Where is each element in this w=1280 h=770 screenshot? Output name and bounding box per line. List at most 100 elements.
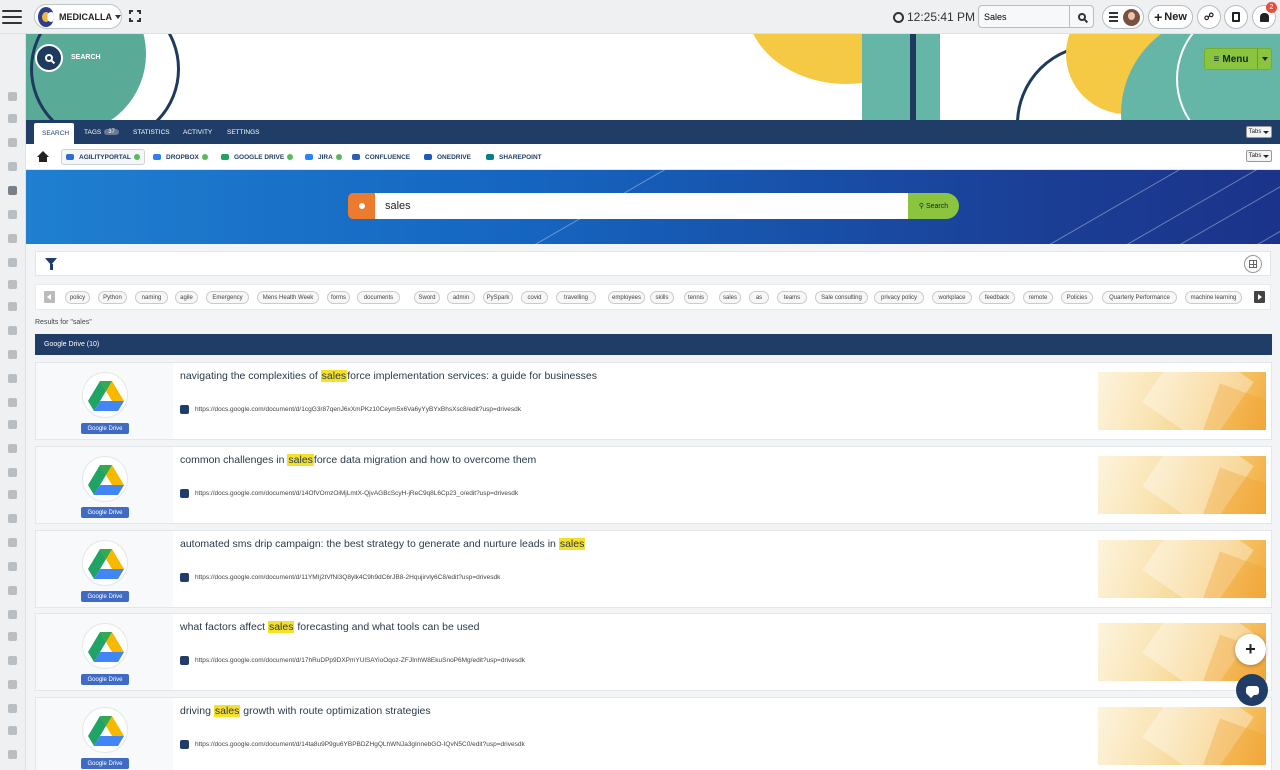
tag-chip[interactable]: Quarterly Performance [1102,291,1177,304]
tag-chip[interactable]: sales [719,291,741,304]
global-search-input[interactable] [979,6,1071,27]
tag-chip[interactable]: employees [608,291,645,304]
result-url[interactable]: https://docs.google.com/document/d/1cgG3… [180,405,521,414]
rail-checklist-icon[interactable] [8,610,17,619]
tag-chip[interactable]: Sword [414,291,440,304]
chat-button[interactable] [1236,674,1268,706]
rail-network-icon[interactable] [8,562,17,571]
rail-search-icon[interactable] [8,186,17,195]
rail-chart-icon[interactable] [8,586,17,595]
rail-chat-icon[interactable] [8,350,17,359]
new-button[interactable]: + New [1148,5,1193,29]
tag-chip[interactable]: PySpark [483,291,513,304]
tag-chip[interactable]: admin [447,291,475,304]
tag-chip[interactable]: feedback [979,291,1015,304]
tab-settings[interactable]: SETTINGS [227,120,260,144]
tag-chip[interactable]: Emergency [206,291,249,304]
main-search-input[interactable] [375,193,908,219]
tag-chip[interactable]: Policies [1061,291,1093,304]
rail-home-icon[interactable] [8,92,17,101]
search-options-button[interactable] [348,193,375,219]
tag-chip[interactable]: naming [135,291,168,304]
rail-file-icon[interactable] [8,632,17,641]
menu-dropdown-toggle[interactable] [1257,49,1271,69]
result-card[interactable]: Google Drive automated sms drip campaign:… [35,530,1272,608]
menu-button[interactable]: ≡ Menu [1204,48,1272,70]
tags-scroll-left-icon[interactable] [44,291,55,303]
tag-chip[interactable]: agile [175,291,198,304]
tab-search[interactable]: SEARCH [34,123,74,144]
tag-chip[interactable]: tennis [684,291,708,304]
sources-tabs-select[interactable]: Tabs [1246,150,1272,162]
result-url[interactable]: https://docs.google.com/document/d/14OfV… [180,489,518,498]
tag-chip[interactable]: as [749,291,769,304]
tag-chip[interactable]: Python [98,291,127,304]
result-title[interactable]: common challenges in salesforce data mig… [180,454,536,466]
rail-tag-icon[interactable] [8,258,17,267]
rail-rocket-icon[interactable] [8,398,17,407]
tab-statistics[interactable]: STATISTICS [133,120,170,144]
result-thumbnail[interactable] [1098,540,1266,598]
rail-document-icon[interactable] [8,138,17,147]
source-dropbox[interactable]: DROPBOX [153,149,208,165]
result-url[interactable]: https://docs.google.com/document/d/11YMI… [180,573,500,582]
rail-people-icon[interactable] [8,114,17,123]
home-icon[interactable] [37,151,49,162]
tag-chip[interactable]: privacy policy [874,291,924,304]
result-card[interactable]: Google Drive driving sales growth with ro… [35,697,1272,770]
source-sharepoint[interactable]: SHAREPOINT [486,149,542,165]
tab-tags[interactable]: TAGS 37 [84,120,119,144]
grid-view-button[interactable] [1244,255,1262,273]
result-title[interactable]: what factors affect sales forecasting an… [180,621,480,633]
tag-chip[interactable]: Mens Health Week [257,291,319,304]
link-button[interactable]: ☍ [1197,5,1221,29]
tag-chip[interactable]: workplace [932,291,972,304]
tag-chip[interactable]: machine learning [1185,291,1242,304]
user-menu-button[interactable] [1102,5,1144,29]
results-group-header[interactable]: Google Drive (10) [35,334,1272,355]
result-title[interactable]: driving sales growth with route optimiza… [180,705,431,717]
source-jira[interactable]: JIRA [305,149,342,165]
tag-chip[interactable]: remote [1023,291,1053,304]
source-google-drive[interactable]: GOOGLE DRIVE [221,149,294,165]
tag-chip[interactable]: travelling [556,291,596,304]
tag-chip[interactable]: covid [521,291,548,304]
source-onedrive[interactable]: ONEDRIVE [424,149,471,165]
result-title[interactable]: automated sms drip campaign: the best st… [180,538,586,550]
rail-gear-icon[interactable] [8,704,17,713]
rail-tasks-icon[interactable] [8,514,17,523]
tag-chip[interactable]: documents [357,291,400,304]
filter-icon[interactable] [45,258,57,270]
rail-target-icon[interactable] [8,680,17,689]
tags-scroll-right-icon[interactable] [1254,291,1265,303]
tag-chip[interactable]: teams [777,291,807,304]
rail-share-icon[interactable] [8,302,17,311]
result-card[interactable]: Google Drive what factors affect sales fo… [35,613,1272,691]
tab-activity[interactable]: ACTIVITY [183,120,212,144]
search-button[interactable]: ⚲ Search [908,193,959,219]
tag-chip[interactable]: skills [650,291,674,304]
rail-news-icon[interactable] [8,420,17,429]
result-thumbnail[interactable] [1098,707,1266,765]
result-url[interactable]: https://docs.google.com/document/d/17hRu… [180,656,525,665]
rail-megaphone-icon[interactable] [8,162,17,171]
tabs-select[interactable]: Tabs [1246,126,1272,138]
result-thumbnail[interactable] [1098,456,1266,514]
rail-message-icon[interactable] [8,468,17,477]
rail-phone-icon[interactable] [8,656,17,665]
rail-plus-icon[interactable] [8,750,17,759]
result-url[interactable]: https://docs.google.com/document/d/14ta8… [180,740,525,749]
rail-question-icon[interactable] [8,538,17,547]
result-thumbnail[interactable] [1098,372,1266,430]
rail-briefcase-icon[interactable] [8,726,17,735]
result-card[interactable]: Google Drive navigating the complexities … [35,362,1272,440]
rail-folder-icon[interactable] [8,210,17,219]
result-card[interactable]: Google Drive common challenges in salesfo… [35,446,1272,524]
rail-globe-icon[interactable] [8,490,17,499]
fullscreen-icon[interactable] [129,10,141,22]
hamburger-menu-icon[interactable] [2,6,22,26]
rail-calendar-icon[interactable] [8,444,17,453]
tag-chip[interactable]: forms [327,291,350,304]
result-title[interactable]: navigating the complexities of salesforc… [180,370,597,382]
source-agilityportal[interactable]: AGILITYPORTAL [61,149,145,165]
